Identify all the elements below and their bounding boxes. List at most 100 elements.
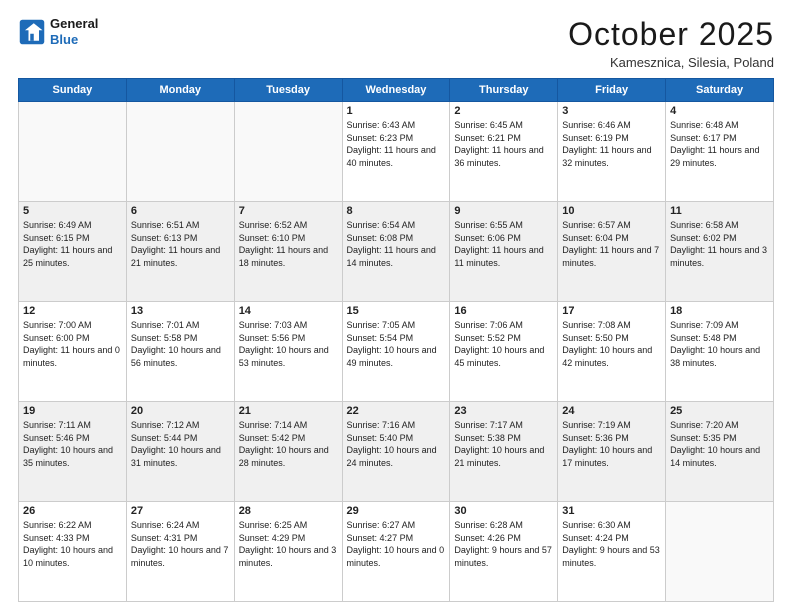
day-number: 18 — [670, 305, 769, 317]
day-number: 2 — [454, 105, 553, 117]
day-number: 30 — [454, 505, 553, 517]
calendar-cell — [126, 102, 234, 202]
day-info: Sunrise: 6:49 AMSunset: 6:15 PMDaylight:… — [23, 219, 122, 269]
day-info: Sunrise: 6:45 AMSunset: 6:21 PMDaylight:… — [454, 119, 553, 169]
calendar-cell: 22Sunrise: 7:16 AMSunset: 5:40 PMDayligh… — [342, 402, 450, 502]
calendar-cell: 18 Sunrise: 7:09 AMSunset: 5:48 PMDayligh… — [666, 302, 774, 402]
calendar-cell: 3Sunrise: 6:46 AMSunset: 6:19 PMDaylight… — [558, 102, 666, 202]
logo-icon — [18, 18, 46, 46]
calendar-cell: 13 Sunrise: 7:01 AMSunset: 5:58 PMDayligh… — [126, 302, 234, 402]
day-number: 15 — [347, 305, 446, 317]
month-title: October 2025 — [568, 16, 774, 53]
calendar-cell: 14 Sunrise: 7:03 AMSunset: 5:56 PMDayligh… — [234, 302, 342, 402]
day-info: Sunrise: 7:03 AMSunset: 5:56 PMDaylight:… — [239, 319, 338, 369]
day-info: Sunrise: 6:28 AMSunset: 4:26 PMDaylight:… — [454, 519, 553, 569]
day-info: Sunrise: 7:00 AMSunset: 6:00 PMDaylight:… — [23, 319, 122, 369]
day-info: Sunrise: 6:58 AMSunset: 6:02 PMDaylight:… — [670, 219, 769, 269]
calendar-cell: 29 Sunrise: 6:27 AMSunset: 4:27 PMDayligh… — [342, 502, 450, 602]
calendar-cell — [666, 502, 774, 602]
header: General Blue October 2025 Kamesznica, Si… — [18, 16, 774, 70]
day-of-week-header: Wednesday — [342, 79, 450, 102]
day-info: Sunrise: 6:51 AMSunset: 6:13 PMDaylight:… — [131, 219, 230, 269]
calendar-cell: 31 Sunrise: 6:30 AMSunset: 4:24 PMDayligh… — [558, 502, 666, 602]
day-number: 10 — [562, 205, 661, 217]
day-number: 5 — [23, 205, 122, 217]
day-number: 24 — [562, 405, 661, 417]
calendar-cell — [19, 102, 127, 202]
calendar-week-row: 12Sunrise: 7:00 AMSunset: 6:00 PMDayligh… — [19, 302, 774, 402]
calendar-cell: 15Sunrise: 7:05 AMSunset: 5:54 PMDayligh… — [342, 302, 450, 402]
calendar-cell: 17Sunrise: 7:08 AMSunset: 5:50 PMDayligh… — [558, 302, 666, 402]
day-number: 28 — [239, 505, 338, 517]
day-of-week-header: Monday — [126, 79, 234, 102]
calendar-cell: 26Sunrise: 6:22 AMSunset: 4:33 PMDayligh… — [19, 502, 127, 602]
day-info: Sunrise: 6:30 AMSunset: 4:24 PMDaylight:… — [562, 519, 661, 569]
calendar-cell: 2 Sunrise: 6:45 AMSunset: 6:21 PMDaylight… — [450, 102, 558, 202]
day-of-week-header: Friday — [558, 79, 666, 102]
day-number: 7 — [239, 205, 338, 217]
day-of-week-header: Tuesday — [234, 79, 342, 102]
day-number: 19 — [23, 405, 122, 417]
day-number: 17 — [562, 305, 661, 317]
calendar-cell — [234, 102, 342, 202]
day-number: 20 — [131, 405, 230, 417]
logo-text: General Blue — [50, 16, 98, 47]
calendar: SundayMondayTuesdayWednesdayThursdayFrid… — [18, 78, 774, 602]
day-info: Sunrise: 6:22 AMSunset: 4:33 PMDaylight:… — [23, 519, 122, 569]
calendar-cell: 27Sunrise: 6:24 AMSunset: 4:31 PMDayligh… — [126, 502, 234, 602]
calendar-week-row: 5 Sunrise: 6:49 AMSunset: 6:15 PMDaylight… — [19, 202, 774, 302]
calendar-cell: 6 Sunrise: 6:51 AMSunset: 6:13 PMDaylight… — [126, 202, 234, 302]
calendar-cell: 11Sunrise: 6:58 AMSunset: 6:02 PMDayligh… — [666, 202, 774, 302]
day-number: 14 — [239, 305, 338, 317]
day-number: 4 — [670, 105, 769, 117]
calendar-cell: 28 Sunrise: 6:25 AMSunset: 4:29 PMDayligh… — [234, 502, 342, 602]
day-number: 1 — [347, 105, 446, 117]
day-of-week-header: Saturday — [666, 79, 774, 102]
page: General Blue October 2025 Kamesznica, Si… — [0, 0, 792, 612]
title-block: October 2025 Kamesznica, Silesia, Poland — [568, 16, 774, 70]
calendar-cell: 30 Sunrise: 6:28 AMSunset: 4:26 PMDayligh… — [450, 502, 558, 602]
day-of-week-header: Thursday — [450, 79, 558, 102]
day-info: Sunrise: 7:14 AMSunset: 5:42 PMDaylight:… — [239, 419, 338, 469]
day-number: 27 — [131, 505, 230, 517]
calendar-cell: 1 Sunrise: 6:43 AMSunset: 6:23 PMDaylight… — [342, 102, 450, 202]
calendar-cell: 24Sunrise: 7:19 AMSunset: 5:36 PMDayligh… — [558, 402, 666, 502]
day-info: Sunrise: 7:09 AMSunset: 5:48 PMDaylight:… — [670, 319, 769, 369]
day-info: Sunrise: 6:25 AMSunset: 4:29 PMDaylight:… — [239, 519, 338, 569]
calendar-cell: 12Sunrise: 7:00 AMSunset: 6:00 PMDayligh… — [19, 302, 127, 402]
day-of-week-header: Sunday — [19, 79, 127, 102]
calendar-week-row: 1 Sunrise: 6:43 AMSunset: 6:23 PMDaylight… — [19, 102, 774, 202]
calendar-cell: 5 Sunrise: 6:49 AMSunset: 6:15 PMDaylight… — [19, 202, 127, 302]
logo-general: General — [50, 16, 98, 32]
day-info: Sunrise: 7:20 AMSunset: 5:35 PMDaylight:… — [670, 419, 769, 469]
logo: General Blue — [18, 16, 98, 47]
day-number: 3 — [562, 105, 661, 117]
calendar-cell: 25 Sunrise: 7:20 AMSunset: 5:35 PMDayligh… — [666, 402, 774, 502]
day-info: Sunrise: 6:48 AMSunset: 6:17 PMDaylight:… — [670, 119, 769, 169]
calendar-cell: 8Sunrise: 6:54 AMSunset: 6:08 PMDaylight… — [342, 202, 450, 302]
calendar-week-row: 19Sunrise: 7:11 AMSunset: 5:46 PMDayligh… — [19, 402, 774, 502]
day-info: Sunrise: 6:43 AMSunset: 6:23 PMDaylight:… — [347, 119, 446, 169]
calendar-cell: 9Sunrise: 6:55 AMSunset: 6:06 PMDaylight… — [450, 202, 558, 302]
day-number: 31 — [562, 505, 661, 517]
calendar-cell: 7Sunrise: 6:52 AMSunset: 6:10 PMDaylight… — [234, 202, 342, 302]
day-number: 29 — [347, 505, 446, 517]
calendar-cell: 19Sunrise: 7:11 AMSunset: 5:46 PMDayligh… — [19, 402, 127, 502]
day-number: 23 — [454, 405, 553, 417]
day-info: Sunrise: 7:06 AMSunset: 5:52 PMDaylight:… — [454, 319, 553, 369]
calendar-cell: 20 Sunrise: 7:12 AMSunset: 5:44 PMDayligh… — [126, 402, 234, 502]
day-number: 9 — [454, 205, 553, 217]
calendar-cell: 23Sunrise: 7:17 AMSunset: 5:38 PMDayligh… — [450, 402, 558, 502]
day-number: 13 — [131, 305, 230, 317]
calendar-cell: 16Sunrise: 7:06 AMSunset: 5:52 PMDayligh… — [450, 302, 558, 402]
calendar-week-row: 26Sunrise: 6:22 AMSunset: 4:33 PMDayligh… — [19, 502, 774, 602]
day-info: Sunrise: 7:12 AMSunset: 5:44 PMDaylight:… — [131, 419, 230, 469]
day-number: 21 — [239, 405, 338, 417]
day-info: Sunrise: 6:27 AMSunset: 4:27 PMDaylight:… — [347, 519, 446, 569]
logo-blue: Blue — [50, 32, 98, 48]
calendar-cell: 21 Sunrise: 7:14 AMSunset: 5:42 PMDayligh… — [234, 402, 342, 502]
day-number: 25 — [670, 405, 769, 417]
day-number: 6 — [131, 205, 230, 217]
day-info: Sunrise: 7:01 AMSunset: 5:58 PMDaylight:… — [131, 319, 230, 369]
calendar-header-row: SundayMondayTuesdayWednesdayThursdayFrid… — [19, 79, 774, 102]
